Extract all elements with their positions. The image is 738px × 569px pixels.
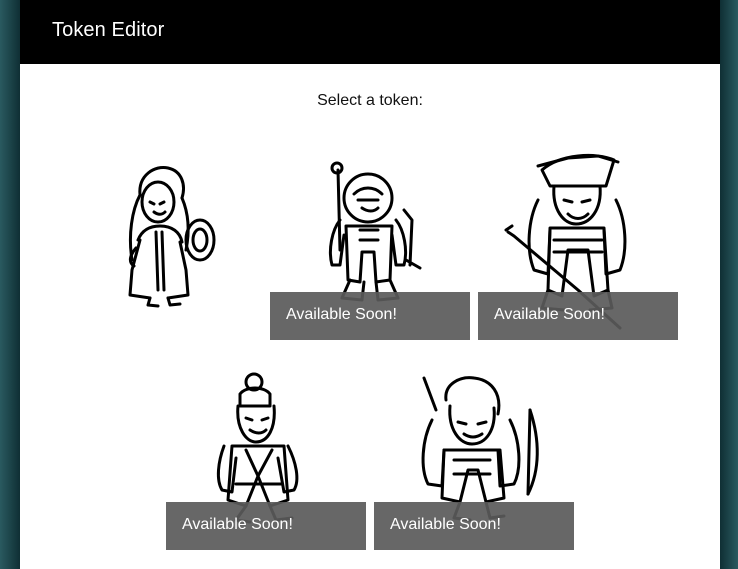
app-title: Token Editor bbox=[52, 19, 165, 41]
overlay-text: Available Soon! bbox=[182, 516, 293, 533]
available-soon-overlay: Available Soon! bbox=[478, 292, 678, 340]
available-soon-overlay: Available Soon! bbox=[270, 292, 470, 340]
elf-shieldbearer-icon bbox=[128, 165, 216, 308]
available-soon-overlay: Available Soon! bbox=[166, 502, 366, 550]
token-option-elf[interactable] bbox=[70, 140, 270, 340]
select-token-prompt: Select a token: bbox=[317, 92, 423, 109]
background-right-edge bbox=[720, 0, 738, 569]
token-option-monk[interactable]: Available Soon! bbox=[166, 350, 366, 550]
token-option-pirate[interactable]: Available Soon! bbox=[478, 140, 678, 340]
token-option-dwarf[interactable]: Available Soon! bbox=[270, 140, 470, 340]
overlay-text: Available Soon! bbox=[494, 306, 605, 323]
overlay-text: Available Soon! bbox=[390, 516, 501, 533]
available-soon-overlay: Available Soon! bbox=[374, 502, 574, 550]
token-option-archer[interactable]: Available Soon! bbox=[374, 350, 574, 550]
app-header: Token Editor bbox=[20, 0, 720, 64]
background-left-edge bbox=[0, 0, 20, 569]
overlay-text: Available Soon! bbox=[286, 306, 397, 323]
